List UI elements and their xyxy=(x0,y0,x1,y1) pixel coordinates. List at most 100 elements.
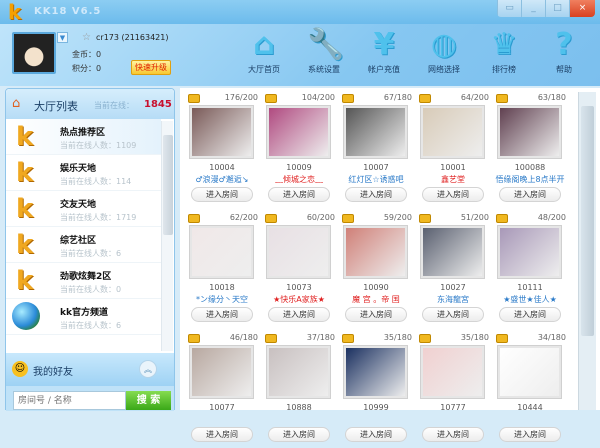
scroll-thumb[interactable] xyxy=(581,106,594,336)
room-lock-icon xyxy=(419,214,431,223)
upgrade-button[interactable]: 快速升级 xyxy=(131,60,171,75)
enter-room-button[interactable]: 进入房间 xyxy=(345,307,407,322)
crown-icon: ♛ xyxy=(490,27,518,62)
enter-room-button[interactable]: 进入房间 xyxy=(422,307,484,322)
hall-name: 娱乐天地 xyxy=(60,164,97,174)
kk-logo-icon: k xyxy=(16,266,34,296)
enter-room-button[interactable]: 进入房间 xyxy=(499,307,561,322)
close-button[interactable]: × xyxy=(569,0,595,17)
room-thumbnail[interactable] xyxy=(497,345,562,399)
mini-mode-button[interactable]: ▭ xyxy=(497,0,521,17)
hall-online-count: 当前在线人数：114 xyxy=(60,177,132,186)
minimize-button[interactable]: _ xyxy=(521,0,545,17)
search-button[interactable]: 搜 索 xyxy=(126,391,171,410)
enter-room-button[interactable]: 进入房间 xyxy=(191,427,253,442)
room-lock-icon xyxy=(419,334,431,343)
toolbar-money-bag[interactable]: ¥ 帐户充值 xyxy=(356,28,412,75)
room-card[interactable]: 104/200 10009 ﹏倾城之恋﹏ 进入房间 xyxy=(265,92,335,208)
room-card[interactable]: 59/200 10090 魔 宫 。帝 国进入房间 xyxy=(342,212,412,328)
room-occupancy: 62/200 xyxy=(229,213,258,222)
room-id: 10027 xyxy=(440,283,466,292)
room-name: 鑫艺堂 xyxy=(441,175,465,184)
hall-scrollbar[interactable] xyxy=(161,121,173,351)
enter-room-button[interactable]: 进入房间 xyxy=(191,307,253,322)
expand-up-icon[interactable]: ︽ xyxy=(139,360,157,378)
room-occupancy: 35/180 xyxy=(383,333,412,342)
room-thumbnail[interactable] xyxy=(420,345,485,399)
room-thumbnail[interactable] xyxy=(420,105,485,159)
room-card[interactable]: 51/200 10027 东海龍宮 进入房间 xyxy=(419,212,489,328)
enter-room-button[interactable]: 进入房间 xyxy=(268,307,330,322)
avatar[interactable] xyxy=(12,32,56,74)
room-thumbnail[interactable] xyxy=(343,105,408,159)
room-card[interactable]: 35/180 10777 进入房间 xyxy=(419,332,489,448)
enter-room-button[interactable]: 进入房间 xyxy=(345,427,407,442)
enter-room-button[interactable]: 进入房间 xyxy=(191,187,253,202)
room-id: 10073 xyxy=(286,283,312,292)
hall-list-item[interactable]: k 劲歌炫舞2区 当前在线人数：0 xyxy=(6,263,161,299)
room-thumbnail[interactable] xyxy=(189,105,254,159)
room-thumbnail[interactable] xyxy=(420,225,485,279)
hall-online-count: 当前在线人数：6 xyxy=(60,249,122,258)
enter-room-button[interactable]: 进入房间 xyxy=(499,427,561,442)
room-id: 10999 xyxy=(363,403,389,412)
room-card[interactable]: 60/200 10073 ★快乐A家族★ 进入房间 xyxy=(265,212,335,328)
room-name: 悟缘阁晚上8点半开 xyxy=(495,175,565,184)
room-id: 10777 xyxy=(440,403,466,412)
room-thumbnail[interactable] xyxy=(497,225,562,279)
toolbar-globe[interactable]: ◍ 网络选择 xyxy=(416,28,472,75)
room-card[interactable]: 64/200 10001 鑫艺堂 进入房间 xyxy=(419,92,489,208)
room-lock-icon xyxy=(188,334,200,343)
enter-room-button[interactable]: 进入房间 xyxy=(422,187,484,202)
online-label: 当前在线： xyxy=(94,101,134,110)
scroll-thumb[interactable] xyxy=(163,135,173,235)
enter-room-button[interactable]: 进入房间 xyxy=(499,187,561,202)
room-thumbnail[interactable] xyxy=(343,345,408,399)
hall-list-item[interactable]: k 娱乐天地 当前在线人数：114 xyxy=(6,155,161,191)
room-thumbnail[interactable] xyxy=(189,225,254,279)
toolbar-wrench[interactable]: 🔧 系统设置 xyxy=(296,28,352,75)
wrench-icon: 🔧 xyxy=(307,27,345,62)
maximize-button[interactable]: □ xyxy=(545,0,569,17)
hall-list-item[interactable]: k 综艺社区 当前在线人数：6 xyxy=(6,227,161,263)
enter-room-button[interactable]: 进入房间 xyxy=(422,427,484,442)
room-card[interactable]: 46/180 10077 进入房间 xyxy=(188,332,258,448)
room-thumbnail[interactable] xyxy=(497,105,562,159)
room-card[interactable]: 35/180 10999 进入房间 xyxy=(342,332,412,448)
room-card[interactable]: 34/180 10444 进入房间 xyxy=(496,332,566,448)
room-scrollbar[interactable] xyxy=(578,92,596,410)
room-search-input[interactable] xyxy=(13,391,126,410)
enter-room-button[interactable]: 进入房间 xyxy=(268,427,330,442)
room-thumbnail[interactable] xyxy=(189,345,254,399)
toolbar-crown[interactable]: ♛ 排行榜 xyxy=(476,28,532,75)
room-card[interactable]: 48/200 10111 ★盛世★佳人★ 进入房间 xyxy=(496,212,566,328)
hall-list-item[interactable]: k 交友天地 当前在线人数：1719 xyxy=(6,191,161,227)
header: ▼ ☆ cr173 (21163421) 金币：0 积分：0 快速升级 ⌂ 大厅首… xyxy=(0,24,600,86)
smiley-icon: ☺ xyxy=(12,361,28,377)
room-lock-icon xyxy=(265,334,277,343)
avatar-dropdown-icon[interactable]: ▼ xyxy=(57,32,68,43)
room-name: 东海龍宮 xyxy=(437,295,469,304)
room-thumbnail[interactable] xyxy=(266,345,331,399)
toolbar-home[interactable]: ⌂ 大厅首页 xyxy=(236,28,292,75)
toolbar-label: 大厅首页 xyxy=(248,65,280,74)
room-thumbnail[interactable] xyxy=(343,225,408,279)
room-thumbnail[interactable] xyxy=(266,105,331,159)
room-card[interactable]: 67/180 10007 红灯区☆诱惑吧 进入房间 xyxy=(342,92,412,208)
hall-list-item[interactable]: k 热点推荐区 当前在线人数：1109 xyxy=(6,119,161,155)
room-name: ﹏倾城之恋﹏ xyxy=(275,175,323,184)
room-thumbnail[interactable] xyxy=(266,225,331,279)
toolbar-label: 网络选择 xyxy=(428,65,460,74)
my-friends-bar[interactable]: ☺ 我的好友 ︽ xyxy=(6,353,174,386)
room-card[interactable]: 62/200 10018 *ン缘分丶天空 进入房间 xyxy=(188,212,258,328)
hall-list-item[interactable]: kk官方频道 当前在线人数：6 xyxy=(6,299,161,335)
toolbar-help[interactable]: ? 帮助 xyxy=(536,28,592,75)
room-occupancy: 48/200 xyxy=(537,213,566,222)
room-card[interactable]: 176/200 10004 ♂浪漫♂邂逅↘ 进入房间 xyxy=(188,92,258,208)
room-id: 10090 xyxy=(363,283,389,292)
enter-room-button[interactable]: 进入房间 xyxy=(345,187,407,202)
enter-room-button[interactable]: 进入房间 xyxy=(268,187,330,202)
room-card[interactable]: 63/180 100088 悟缘阁晚上8点半开 进入房间 xyxy=(495,92,566,208)
room-card[interactable]: 37/180 10888 进入房间 xyxy=(265,332,335,448)
room-id: 10001 xyxy=(440,163,466,172)
